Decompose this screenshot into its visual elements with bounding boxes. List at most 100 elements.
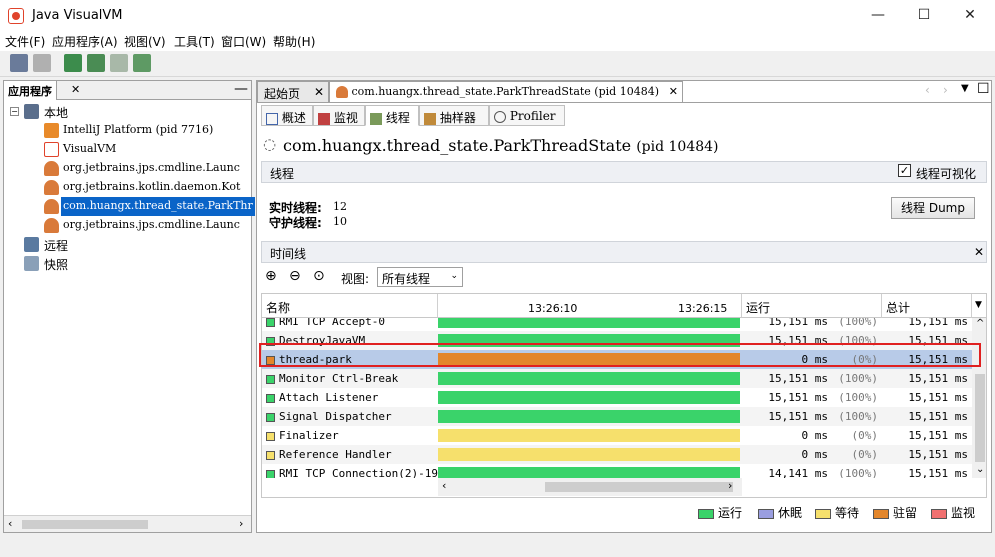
column-header-timeline[interactable]: ^ 13:26:10 13:26:15	[438, 294, 742, 318]
tab-park-thread-state[interactable]: com.huangx.thread_state.ParkThreadState …	[329, 81, 683, 102]
java-icon	[44, 199, 59, 214]
monitor-icon	[318, 112, 330, 125]
scroll-down-icon[interactable]: ⌄	[976, 464, 984, 475]
running-ms: 0 ms	[801, 448, 829, 461]
vertical-scroll-thumb[interactable]	[975, 374, 985, 462]
menu-file[interactable]: 文件(F)	[5, 33, 45, 50]
column-header-name[interactable]: 名称	[262, 294, 438, 318]
legend-sleeping-label: 休眠	[778, 506, 803, 520]
snapshot-icon	[24, 256, 39, 271]
timeline-horizontal-scrollbar[interactable]: ‹ ›	[438, 478, 742, 496]
table-row[interactable]: Monitor Ctrl-Break 15,151 ms (100%) 15,151 …	[262, 369, 972, 388]
tree-label-jps-1: org.jetbrains.jps.cmdline.Launc	[63, 161, 240, 174]
legend-park-swatch	[873, 508, 889, 519]
scroll-thumb[interactable]	[22, 520, 148, 529]
save-icon[interactable]	[33, 54, 51, 72]
table-row[interactable]: Signal Dispatcher 15,151 ms (100%) 15,151 m…	[262, 407, 972, 426]
running-percent: (100%)	[838, 372, 878, 385]
scroll-tabs-left-icon[interactable]: ‹	[925, 83, 930, 97]
live-threads-value: 12	[333, 200, 347, 213]
tab-sampler[interactable]: 抽样器	[419, 105, 489, 126]
thread-running-time: 14,141 ms (100%)	[742, 467, 878, 478]
thread-timeline-bar	[438, 391, 740, 404]
scroll-right-icon[interactable]: ›	[728, 479, 732, 492]
tab-start-page[interactable]: 起始页 ✕	[257, 81, 329, 102]
add-jmx-icon[interactable]	[64, 54, 82, 72]
heap-dump-icon[interactable]	[110, 54, 128, 72]
menu-window[interactable]: 窗口(W)	[221, 33, 266, 50]
thread-dump-button[interactable]: 线程 Dump	[891, 197, 975, 219]
zoom-in-icon[interactable]: ⊕	[265, 268, 277, 284]
thread-name: Monitor Ctrl-Break	[266, 372, 398, 385]
zoom-out-icon[interactable]: ⊖	[289, 268, 301, 284]
app-title: com.huangx.thread_state.ParkThreadState …	[283, 136, 719, 155]
threads-section-title: 线程	[270, 167, 295, 181]
menu-tools[interactable]: 工具(T)	[174, 33, 215, 50]
table-row[interactable]: Finalizer 0 ms (0%) 15,151 ms	[262, 426, 972, 445]
table-vertical-scrollbar[interactable]: ^ ⌄	[972, 318, 986, 478]
tree-item-visualvm[interactable]: VisualVM	[4, 140, 251, 159]
column-header-total[interactable]: 总计	[882, 294, 972, 318]
tab-threads[interactable]: 线程	[365, 105, 419, 126]
timeline-scroll-thumb[interactable]	[545, 482, 733, 492]
scroll-right-icon[interactable]: ›	[239, 517, 243, 530]
menu-view[interactable]: 视图(V)	[124, 33, 166, 50]
tab-park-thread-state-label: com.huangx.thread_state.ParkThreadState …	[351, 85, 659, 98]
tab-profiler[interactable]: Profiler	[489, 105, 565, 126]
tree-node-remote[interactable]: 远程	[4, 235, 251, 254]
running-ms: 15,151 ms	[768, 318, 828, 328]
table-row[interactable]: RMI TCP Connection(2)-192.1 14,141 ms (100…	[262, 464, 972, 478]
collapse-icon[interactable]: −	[10, 107, 19, 116]
thread-timeline-bar	[438, 448, 740, 461]
tab-overview[interactable]: 概述	[261, 105, 313, 126]
close-timeline-icon[interactable]: ✕	[974, 245, 984, 259]
tree-item-jps-1[interactable]: org.jetbrains.jps.cmdline.Launc	[4, 159, 251, 178]
minimize-button[interactable]: —	[855, 0, 901, 31]
table-row[interactable]: RMI TCP Accept-0 15,151 ms (100%) 15,151 ms	[262, 318, 972, 331]
tree-node-local[interactable]: − 本地	[4, 102, 251, 121]
scroll-tabs-right-icon[interactable]: ›	[943, 83, 948, 97]
minimize-panel-icon[interactable]: —	[234, 81, 248, 97]
computer-icon	[24, 104, 39, 119]
view-select[interactable]: 所有线程 ⌄	[377, 267, 463, 287]
menu-application[interactable]: 应用程序(A)	[52, 33, 118, 50]
thread-name-text: RMI TCP Connection(2)-192.1	[279, 467, 458, 478]
tab-dropdown-icon[interactable]: ▼	[961, 83, 969, 94]
scroll-left-icon[interactable]: ‹	[8, 517, 12, 530]
tab-divider	[257, 102, 991, 103]
add-remote-icon[interactable]	[87, 54, 105, 72]
scroll-up-icon[interactable]: ^	[976, 318, 984, 329]
scroll-left-icon[interactable]: ‹	[442, 479, 446, 492]
left-horizontal-scrollbar[interactable]: ‹ ›	[4, 515, 251, 532]
java-icon	[44, 161, 59, 176]
table-row[interactable]: Reference Handler 0 ms (0%) 15,151 ms	[262, 445, 972, 464]
close-tab-icon[interactable]: ✕	[314, 85, 324, 99]
maximize-button[interactable]: ☐	[901, 0, 947, 31]
close-button[interactable]: ✕	[947, 0, 993, 31]
column-header-running[interactable]: 运行	[742, 294, 882, 318]
running-percent: (100%)	[838, 467, 878, 478]
tab-overview-label: 概述	[281, 111, 306, 125]
zoom-fit-icon[interactable]: ⊙	[313, 268, 325, 284]
maximize-tab-icon[interactable]: ☐	[977, 81, 990, 97]
tab-monitor[interactable]: 监视	[313, 105, 365, 126]
tree-item-kotlin-daemon[interactable]: org.jetbrains.kotlin.daemon.Kot	[4, 178, 251, 197]
tree-item-park-thread-state[interactable]: com.huangx.thread_state.ParkThr	[4, 197, 255, 216]
tab-monitor-label: 监视	[333, 111, 358, 125]
visualvm-icon	[44, 142, 59, 157]
tab-start-page-label: 起始页	[264, 87, 301, 101]
close-tab-icon[interactable]: ✕	[669, 85, 678, 98]
visualize-checkbox[interactable]: ✓	[898, 164, 911, 177]
tab-sampler-label: 抽样器	[439, 111, 476, 125]
applications-tab[interactable]: 应用程序	[4, 81, 57, 100]
menu-help[interactable]: 帮助(H)	[273, 33, 315, 50]
close-tab-icon[interactable]: ✕	[71, 83, 80, 96]
core-dump-icon[interactable]	[133, 54, 151, 72]
table-row[interactable]: Attach Listener 15,151 ms (100%) 15,151 ms	[262, 388, 972, 407]
tree-item-jps-2[interactable]: org.jetbrains.jps.cmdline.Launc	[4, 216, 251, 235]
open-file-icon[interactable]	[10, 54, 28, 72]
legend-sleeping-swatch	[758, 508, 774, 519]
tree-node-snapshots[interactable]: 快照	[4, 254, 251, 273]
tree-item-intellij[interactable]: IntelliJ Platform (pid 7716)	[4, 121, 251, 140]
column-chooser-icon[interactable]: ▼	[972, 294, 986, 318]
